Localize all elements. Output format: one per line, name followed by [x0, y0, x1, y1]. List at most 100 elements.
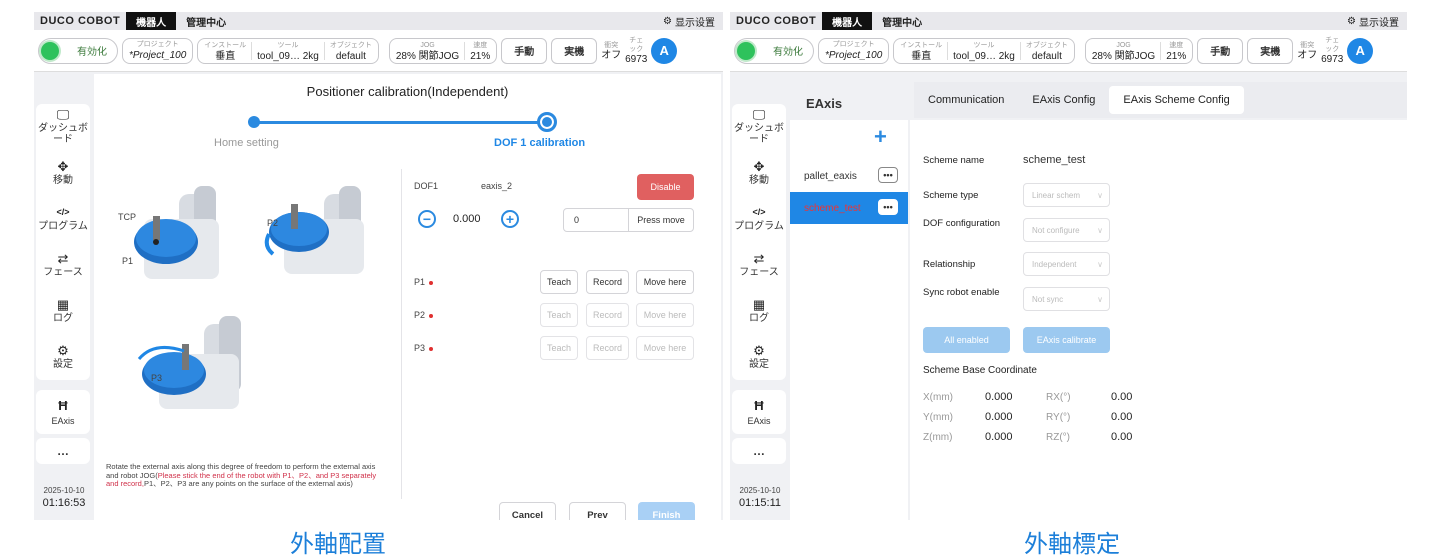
teach-button-p3[interactable]: Teach — [540, 336, 578, 360]
point-p3-label: P3 — [414, 343, 434, 353]
sidebar-item-eaxis[interactable]: Ħ EAxis — [732, 390, 786, 434]
sidebar-item-move[interactable]: ✥ 移動 — [732, 150, 786, 196]
display-settings-button[interactable]: ⚙ 显示设置 — [663, 14, 723, 29]
eaxis-calibrate-button[interactable]: EAxis calibrate — [1023, 327, 1110, 353]
sidebar-item-settings[interactable]: ⚙ 設定 — [732, 334, 786, 380]
move-here-button-p1[interactable]: Move here — [636, 270, 694, 294]
sidebar-item-settings[interactable]: ⚙ 設定 — [36, 334, 90, 380]
display-settings-button[interactable]: ⚙ 显示设置 — [1347, 14, 1407, 29]
more-button[interactable]: … — [36, 438, 90, 464]
tab-management[interactable]: 管理中心 — [872, 14, 932, 29]
positioner-p2-image — [264, 186, 364, 274]
speed-label: 速度 — [1169, 41, 1184, 49]
sidebar-item-dashboard[interactable]: 🖵 ダッシュボード — [36, 104, 90, 150]
real-robot-button[interactable]: 実機 — [551, 37, 598, 64]
add-scheme-icon[interactable]: + — [874, 124, 887, 150]
move-here-button-p2[interactable]: Move here — [636, 303, 694, 327]
record-button-p2[interactable]: Record — [586, 303, 629, 327]
enable-toggle[interactable]: 有効化 — [38, 37, 118, 64]
check-value: 6973 — [625, 54, 648, 65]
page-title: Positioner calibration(Independent) — [306, 84, 509, 99]
scheme-name-field-label: Scheme name — [923, 155, 985, 166]
sidebar-item-move[interactable]: ✥ 移動 — [36, 150, 90, 196]
more-button[interactable]: … — [732, 438, 786, 464]
rx-value: 0.00 — [1111, 391, 1133, 403]
enable-toggle[interactable]: 有効化 — [734, 37, 814, 64]
tab-robot[interactable]: 機器人 — [822, 12, 873, 30]
gear-icon: ⚙ — [663, 15, 672, 27]
positioner-p3-image — [137, 316, 241, 409]
manual-mode-button[interactable]: 手動 — [1197, 37, 1244, 64]
sidebar-item-dashboard[interactable]: 🖵 ダッシュボード — [732, 104, 786, 150]
tab-management[interactable]: 管理中心 — [176, 14, 236, 29]
datetime: 2025-10-10 01:16:53 — [36, 485, 92, 509]
install-tool-object-group[interactable]: インストール 垂直 ツール tool_09… 2kg オブジェクト default — [197, 37, 379, 64]
cancel-button[interactable]: Cancel — [499, 502, 556, 520]
avatar[interactable]: A — [1347, 37, 1374, 64]
dof-config-select[interactable]: Not configure ∨ — [1023, 218, 1110, 242]
right-caption: 外軸標定 — [1024, 530, 1120, 558]
sync-robot-select[interactable]: Not sync ∨ — [1023, 287, 1110, 311]
jog-step-input[interactable]: 0 — [563, 208, 629, 232]
relationship-select[interactable]: Independent ∨ — [1023, 252, 1110, 276]
tab-robot[interactable]: 機器人 — [126, 12, 177, 30]
status-bar: 有効化 プロジェクト *Project_100 インストール 垂直 ツール tool… — [34, 30, 723, 72]
sync-robot-label: Sync robot enable — [923, 287, 1000, 298]
date-label: 2025-10-10 — [739, 486, 781, 495]
record-button-p3[interactable]: Record — [586, 336, 629, 360]
list-item[interactable]: pallet_eaxis ••• — [790, 160, 908, 192]
project-value: *Project_100 — [825, 49, 883, 61]
tab-eaxis-config[interactable]: EAxis Config — [1018, 86, 1109, 114]
swap-icon: ⇄ — [57, 250, 69, 266]
scheme-name-field[interactable]: scheme_test — [1023, 154, 1085, 166]
z-value: 0.000 — [985, 431, 1013, 443]
sidebar-item-label: ダッシュボード — [38, 123, 88, 145]
sidebar-item-face[interactable]: ⇄ フェース — [36, 242, 90, 288]
press-move-button[interactable]: Press move — [628, 208, 694, 232]
sidebar-item-log[interactable]: ▦ ログ — [732, 288, 786, 334]
list-item[interactable]: scheme_test ••• — [790, 192, 908, 224]
disable-button[interactable]: Disable — [637, 174, 694, 200]
install-label: インストール — [204, 41, 247, 49]
project-selector[interactable]: プロジェクト *Project_100 — [122, 37, 194, 64]
record-button-p1[interactable]: Record — [586, 270, 629, 294]
p3-image-label: P3 — [151, 373, 163, 383]
tool-label: ツール — [277, 41, 299, 49]
project-selector[interactable]: プロジェクト *Project_100 — [818, 37, 890, 64]
prev-button[interactable]: Prev — [569, 502, 626, 520]
scheme-type-select[interactable]: Linear schem ∨ — [1023, 183, 1110, 207]
enable-indicator-icon — [41, 41, 59, 60]
teach-button-p2[interactable]: Teach — [540, 303, 578, 327]
date-label: 2025-10-10 — [43, 486, 85, 495]
sidebar-item-eaxis[interactable]: Ħ EAxis — [36, 390, 90, 434]
dof-config-label: DOF configuration — [923, 218, 1001, 229]
teach-button-p1[interactable]: Teach — [540, 270, 578, 294]
all-enabled-button[interactable]: All enabled — [923, 327, 1010, 353]
more-options-icon[interactable]: ••• — [878, 199, 898, 215]
more-options-icon[interactable]: ••• — [878, 167, 898, 183]
finish-button[interactable]: Finish — [638, 502, 695, 520]
plus-icon[interactable]: + — [501, 210, 519, 228]
move-here-button-p3[interactable]: Move here — [636, 336, 694, 360]
top-bar: DUCO COBOT 機器人 管理中心 ⚙ 显示设置 — [34, 12, 723, 30]
jog-speed-group[interactable]: JOG 28% 関節JOG 速度 21% — [388, 37, 498, 64]
display-settings-label: 显示设置 — [1359, 17, 1399, 29]
tab-eaxis-scheme-config[interactable]: EAxis Scheme Config — [1109, 86, 1244, 114]
positioner-p1-image — [134, 186, 219, 279]
ry-value: 0.00 — [1111, 411, 1133, 423]
sidebar-item-face[interactable]: ⇄ フェース — [732, 242, 786, 288]
avatar[interactable]: A — [651, 37, 678, 64]
sidebar-item-program[interactable]: </> プログラム — [36, 196, 90, 242]
jog-label: JOG — [420, 41, 435, 49]
sidebar-item-log[interactable]: ▦ ログ — [36, 288, 90, 334]
manual-mode-button[interactable]: 手動 — [501, 37, 548, 64]
install-tool-object-group[interactable]: インストール 垂直 ツール tool_09… 2kg オブジェクト default — [893, 37, 1075, 64]
top-bar: DUCO COBOT 機器人 管理中心 ⚙ 显示设置 — [730, 12, 1407, 30]
config-tabs: Communication EAxis Config EAxis Scheme … — [914, 82, 1407, 118]
sidebar-item-program[interactable]: </> プログラム — [732, 196, 786, 242]
collision-status: 衝突 オフ — [601, 41, 621, 61]
real-robot-button[interactable]: 実機 — [1247, 37, 1294, 64]
tab-communication[interactable]: Communication — [914, 86, 1018, 114]
jog-speed-group[interactable]: JOG 28% 関節JOG 速度 21% — [1084, 37, 1194, 64]
minus-icon[interactable]: − — [418, 210, 436, 228]
